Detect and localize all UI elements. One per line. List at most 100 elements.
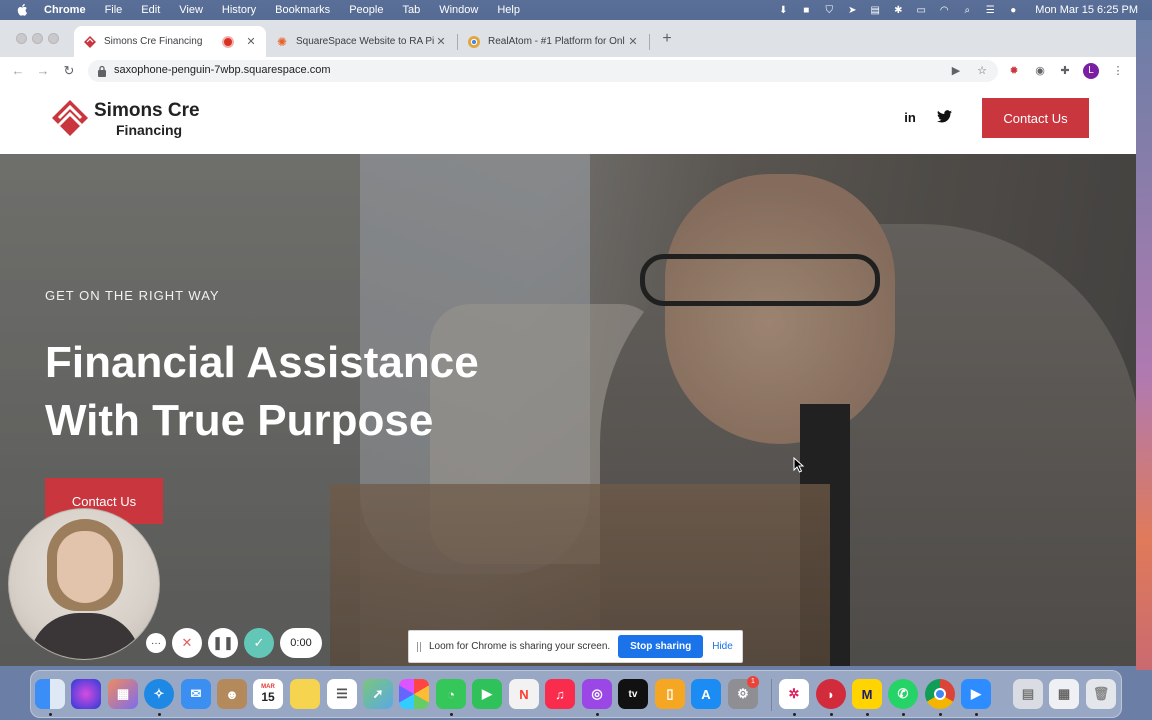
calendar-dock-icon[interactable]: MAR 15	[253, 679, 283, 709]
download-status-icon[interactable]: ⬇	[776, 4, 790, 16]
loom-finish-icon[interactable]: ✓	[244, 628, 274, 658]
new-tab-button[interactable]: +	[658, 30, 676, 48]
photos-dock-icon[interactable]	[399, 679, 429, 709]
app-store-dock-icon[interactable]: A	[691, 679, 721, 709]
address-bar[interactable]: saxophone-penguin-7wbp.squarespace.com ▶…	[88, 60, 998, 82]
flag-status-icon[interactable]: ▤	[868, 4, 882, 16]
menu-file[interactable]: File	[105, 4, 123, 16]
menu-help[interactable]: Help	[497, 4, 520, 16]
zoom-dock-icon[interactable]: ▶	[961, 679, 991, 709]
tab-close-icon[interactable]: ✕	[434, 35, 448, 49]
slack-dock-icon[interactable]: ✲	[779, 679, 809, 709]
menu-window[interactable]: Window	[439, 4, 478, 16]
bookmark-star-icon[interactable]: ☆	[976, 65, 988, 77]
maps-dock-icon[interactable]: ➚	[363, 679, 393, 709]
safari-dock-icon[interactable]: ✧	[144, 679, 174, 709]
hero-title: Financial Assistance With True Purpose	[45, 334, 565, 450]
tab-simons-cre[interactable]: Simons Cre Financing ✕	[74, 26, 266, 57]
menubar-clock[interactable]: Mon Mar 15 6:25 PM	[1035, 4, 1138, 16]
documents-stack-dock-icon[interactable]: ▤	[1013, 679, 1043, 709]
tab-close-icon[interactable]: ✕	[626, 35, 640, 49]
loom-more-button[interactable]: ···	[146, 633, 166, 653]
reminders-dock-icon[interactable]: ☰	[327, 679, 357, 709]
menu-tab[interactable]: Tab	[402, 4, 420, 16]
profile-avatar[interactable]: L	[1083, 63, 1099, 79]
loom-webcam-bubble[interactable]	[8, 508, 160, 660]
logo-text-line1: Simons Cre	[94, 100, 200, 121]
send-status-icon[interactable]: ➤	[845, 4, 859, 16]
screenshots-stack-dock-icon[interactable]: ▦	[1049, 679, 1079, 709]
site-header: Simons Cre Financing in Contact Us	[0, 84, 1136, 154]
vpn-status-icon[interactable]: ⛉	[822, 4, 836, 16]
back-arrow-icon[interactable]: ←	[10, 63, 26, 79]
loom-cancel-icon[interactable]: ✕	[172, 628, 202, 658]
mail-dock-icon[interactable]: ✉	[181, 679, 211, 709]
control-center-icon[interactable]: ☰	[983, 4, 997, 16]
trash-dock-icon[interactable]: 🗑	[1086, 679, 1116, 709]
screen-share-bar: Loom for Chrome is sharing your screen. …	[408, 630, 743, 663]
tab-squarespace-website[interactable]: ✺ SquareSpace Website to RA Pi ✕	[266, 26, 456, 57]
news-dock-icon[interactable]: N	[509, 679, 539, 709]
camera-icon[interactable]: ▶	[950, 65, 962, 77]
facetime-dock-icon[interactable]: ▶	[472, 679, 502, 709]
notes-dock-icon[interactable]	[290, 679, 320, 709]
menu-bookmarks[interactable]: Bookmarks	[275, 4, 330, 16]
music-dock-icon[interactable]: ♫	[545, 679, 575, 709]
menu-people[interactable]: People	[349, 4, 383, 16]
reload-icon[interactable]: ↻	[61, 63, 77, 79]
drag-handle-icon[interactable]	[417, 641, 421, 652]
tab-close-icon[interactable]: ✕	[244, 35, 258, 49]
apple-tv-dock-icon[interactable]: tv	[618, 679, 648, 709]
wifi-status-icon[interactable]: ◠	[937, 4, 951, 16]
messages-dock-icon[interactable]: ◔	[436, 679, 466, 709]
menubar-app-name[interactable]: Chrome	[44, 4, 86, 16]
loom-pause-icon[interactable]: ❚❚	[208, 628, 238, 658]
chrome-menu-icon[interactable]: ⋮	[1110, 63, 1126, 79]
tab-separator	[649, 34, 650, 50]
siri-dock-icon[interactable]	[71, 679, 101, 709]
hide-share-bar-link[interactable]: Hide	[712, 641, 733, 652]
battery-status-icon[interactable]: ▭	[914, 4, 928, 16]
twitter-icon[interactable]	[936, 110, 952, 126]
menu-history[interactable]: History	[222, 4, 256, 16]
menu-view[interactable]: View	[179, 4, 203, 16]
running-indicator	[830, 713, 833, 716]
forward-arrow-icon[interactable]: →	[35, 63, 51, 79]
apple-menu-icon[interactable]	[16, 3, 30, 17]
siri-status-icon[interactable]: ●	[1006, 4, 1020, 16]
logo-mark-icon	[52, 100, 88, 136]
site-logo[interactable]: Simons Cre Financing	[50, 96, 210, 142]
share-message: Loom for Chrome is sharing your screen.	[429, 641, 611, 652]
running-indicator	[158, 713, 161, 716]
miro-dock-icon[interactable]: M	[852, 679, 882, 709]
launchpad-dock-icon[interactable]: ▦	[108, 679, 138, 709]
books-dock-icon[interactable]: ▯	[655, 679, 685, 709]
window-close-button[interactable]	[16, 33, 27, 44]
lips-app-dock-icon[interactable]: ◗	[816, 679, 846, 709]
podcasts-dock-icon[interactable]: ◎	[582, 679, 612, 709]
extensions-puzzle-icon[interactable]: ✚	[1057, 63, 1073, 79]
hero-section: GET ON THE RIGHT WAY Financial Assistanc…	[0, 154, 1136, 666]
window-minimize-button[interactable]	[32, 33, 43, 44]
search-status-icon[interactable]: ⌕	[960, 4, 974, 16]
contacts-dock-icon[interactable]: ☻	[217, 679, 247, 709]
webcam-shoulders	[29, 613, 141, 659]
screenshot-extension-icon[interactable]: ◉	[1032, 63, 1048, 79]
header-contact-button[interactable]: Contact Us	[982, 98, 1089, 138]
whatsapp-dock-icon[interactable]: ✆	[888, 679, 918, 709]
tab-strip: Simons Cre Financing ✕ ✺ SquareSpace Web…	[0, 20, 1136, 57]
tab-title: RealAtom - #1 Platform for Onl	[488, 36, 625, 47]
stop-sharing-button[interactable]: Stop sharing	[618, 635, 704, 658]
window-zoom-button[interactable]	[48, 33, 59, 44]
calendar-day: 15	[261, 690, 275, 704]
url-text[interactable]: saxophone-penguin-7wbp.squarespace.com	[114, 64, 330, 76]
menu-edit[interactable]: Edit	[141, 4, 160, 16]
tab-realatom[interactable]: RealAtom - #1 Platform for Onl ✕	[458, 26, 648, 57]
bluetooth-status-icon[interactable]: ✱	[891, 4, 905, 16]
chrome-dock-icon[interactable]	[925, 679, 955, 709]
extension-colorful-icon[interactable]: ✹	[1006, 63, 1022, 79]
linkedin-icon[interactable]: in	[902, 110, 918, 126]
finder-dock-icon[interactable]	[35, 679, 65, 709]
recording-indicator-icon	[222, 35, 234, 48]
zoom-status-icon[interactable]: ■	[799, 4, 813, 16]
